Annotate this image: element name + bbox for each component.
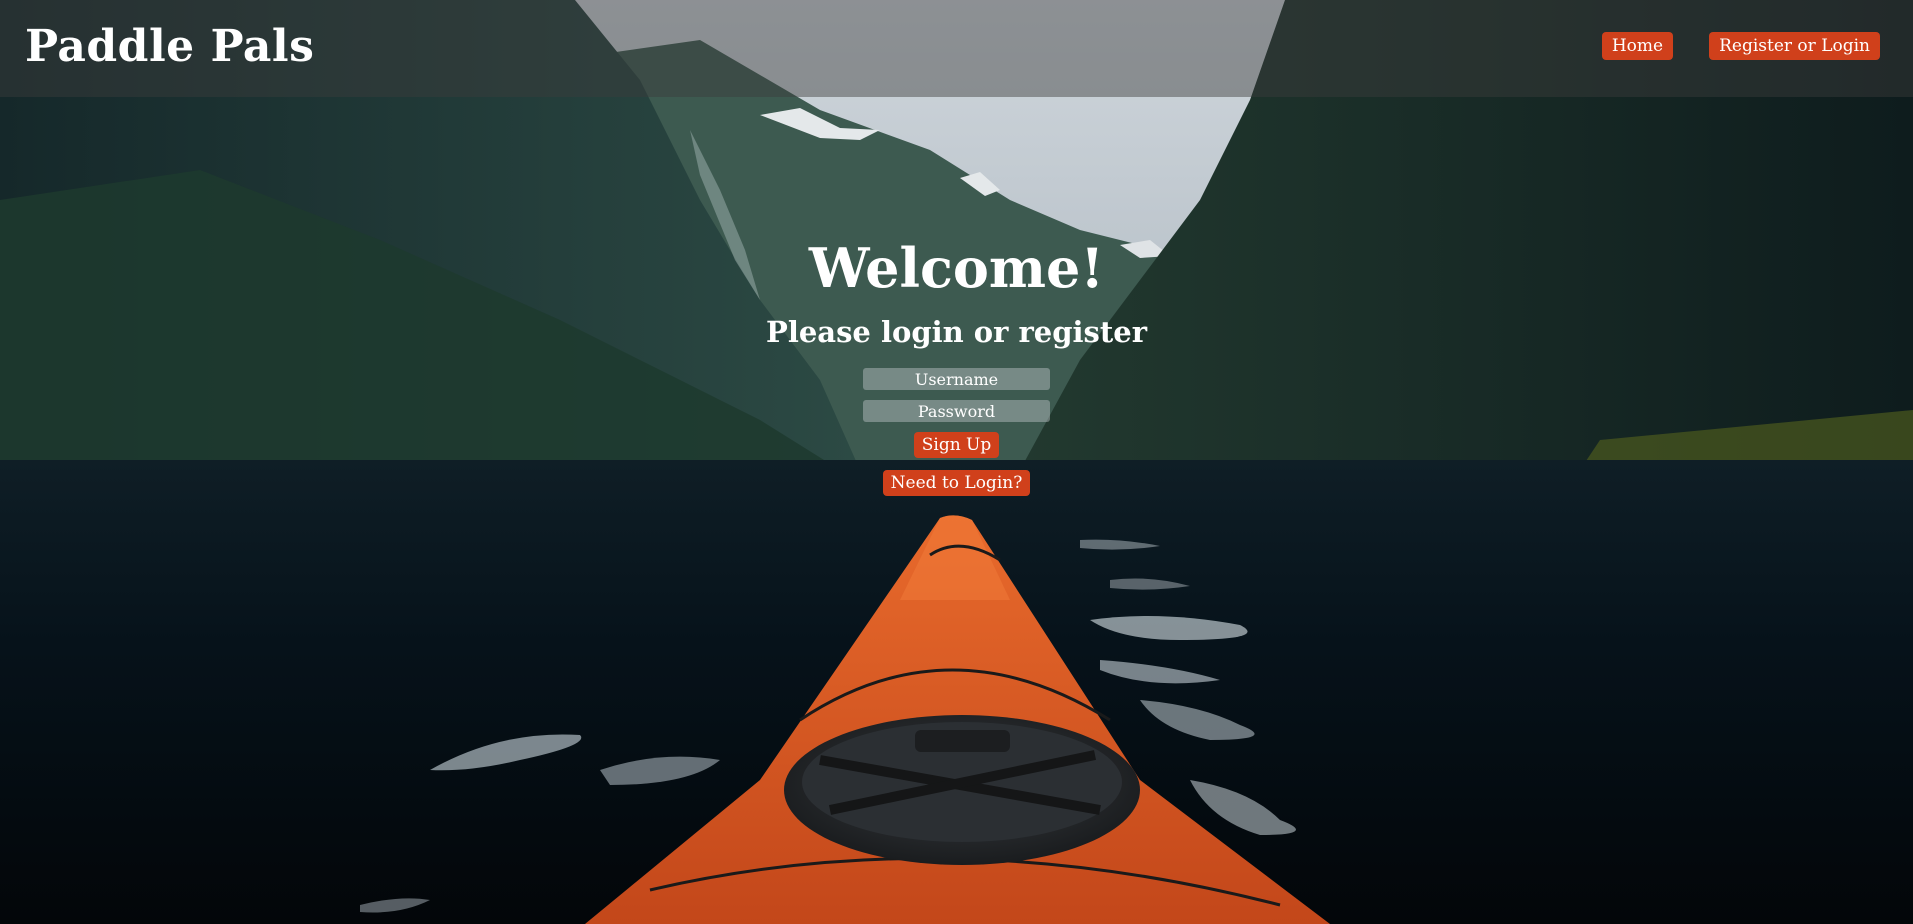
- home-button[interactable]: Home: [1601, 32, 1674, 60]
- password-input[interactable]: [863, 400, 1050, 422]
- need-to-login-button[interactable]: Need to Login?: [882, 470, 1031, 496]
- register-login-button[interactable]: Register or Login: [1709, 32, 1880, 60]
- signup-form: Sign Up Need to Login?: [0, 368, 1913, 496]
- welcome-heading: Welcome!: [808, 236, 1105, 300]
- username-input[interactable]: [863, 368, 1050, 390]
- welcome-subtitle: Please login or register: [766, 315, 1147, 349]
- page: Paddle Pals Home Register or Login Welco…: [0, 0, 1913, 924]
- welcome-section: Welcome! Please login or register Sign U…: [0, 228, 1913, 496]
- brand-title[interactable]: Paddle Pals: [25, 18, 314, 76]
- nav-links: Home Register or Login: [1601, 32, 1880, 60]
- sign-up-button[interactable]: Sign Up: [913, 432, 1000, 458]
- top-navbar: Paddle Pals Home Register or Login: [0, 0, 1913, 97]
